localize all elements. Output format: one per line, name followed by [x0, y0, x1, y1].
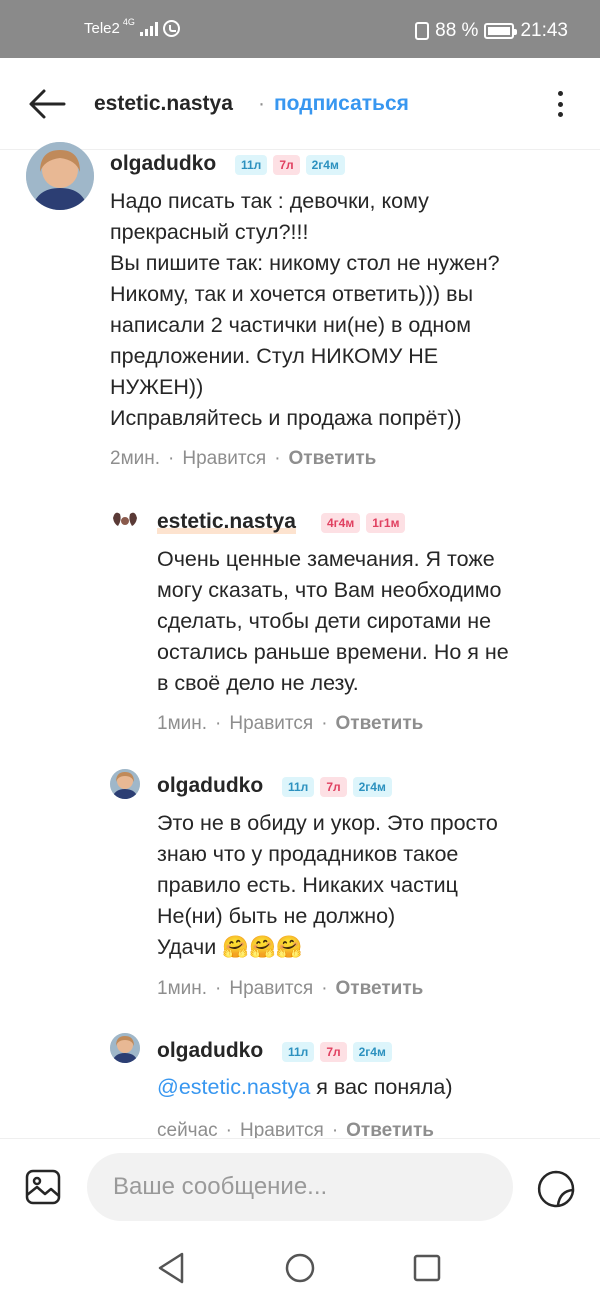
badge-group: 4г4м 1г1м	[321, 513, 406, 533]
header-separator: ·	[258, 92, 265, 115]
comment-line: Это не в обиду и укор. Это просто	[157, 811, 498, 835]
comment-line: остались раньше времени. Но я не	[157, 640, 509, 664]
comment-meta: 1мин. · Нравится · Ответить	[157, 713, 424, 734]
battery-icon	[484, 23, 518, 39]
comment-line: Вы пишите так: никому стол не нужен?	[110, 251, 500, 275]
message-composer	[0, 1138, 600, 1238]
image-icon[interactable]	[25, 1169, 61, 1205]
avatar[interactable]	[110, 506, 140, 536]
sticker-icon[interactable]	[536, 1169, 576, 1209]
comment-meta: 1мин. · Нравится · Ответить	[157, 978, 424, 999]
status-bar: Tele2 4G 88 % 21:43	[0, 0, 600, 58]
comment-username[interactable]: olgadudko	[157, 774, 263, 798]
reply-button[interactable]: Ответить	[289, 448, 377, 469]
comment-line: Надо писать так : девочки, кому	[110, 189, 429, 213]
badge: 2г4м	[352, 1042, 392, 1062]
comment-line: Очень ценные замечания. Я тоже	[157, 547, 495, 571]
badge: 11л	[282, 777, 315, 797]
comment-line: Удачи 🤗🤗🤗	[157, 935, 303, 959]
comment-time: 1мин.	[157, 713, 208, 734]
comment-line: Никому, так и хочется ответить))) вы	[110, 282, 474, 306]
comment-text: Это не в обиду и укор. Это просто знаю ч…	[157, 808, 498, 963]
badge: 4г4м	[321, 513, 361, 533]
comment-line: Исправляйтесь и продажа попрёт))	[110, 406, 462, 430]
badge: 1г1м	[366, 513, 406, 533]
reply-button[interactable]: Ответить	[336, 713, 424, 734]
comment-text: Очень ценные замечания. Я тоже могу сказ…	[157, 544, 509, 699]
comment-meta: 2мин. · Нравится · Ответить	[110, 448, 377, 469]
badge: 11л	[235, 155, 268, 175]
comment-line: сделать, чтобы дети сиротами не	[157, 609, 492, 633]
badge-group: 11л 7л 2г4м	[282, 777, 392, 797]
network-type: 4G	[122, 16, 135, 27]
comment-line: Не(ни) быть не должно)	[157, 904, 396, 928]
battery-percent: 88 %	[435, 20, 479, 41]
comment-time: 2мин.	[110, 448, 161, 469]
avatar[interactable]	[110, 769, 140, 799]
avatar[interactable]	[26, 142, 94, 210]
badge-group: 11л 7л 2г4м	[235, 155, 345, 175]
comment-username[interactable]: olgadudko	[157, 1039, 263, 1063]
comment-line: написали 2 частички ни(не) в одном	[110, 313, 472, 337]
clock: 21:43	[520, 20, 568, 41]
comment-text: Надо писать так : девочки, кому прекрасн…	[110, 186, 500, 434]
badge: 2г4м	[352, 777, 392, 797]
badge: 11л	[282, 1042, 315, 1062]
comment-time: 1мин.	[157, 978, 208, 999]
carrier-label: Tele2	[84, 20, 120, 37]
badge: 7л	[320, 1042, 347, 1062]
message-input[interactable]	[87, 1153, 513, 1221]
system-nav-bar	[0, 1238, 600, 1298]
arrow-left-icon[interactable]	[28, 88, 66, 120]
status-left: Tele2 4G	[84, 16, 180, 37]
comment-line: прекрасный стул?!!!	[110, 220, 309, 244]
like-button[interactable]: Нравится	[229, 713, 313, 734]
badge: 2г4м	[305, 155, 345, 175]
like-button[interactable]: Нравится	[229, 978, 313, 999]
comment-username[interactable]: olgadudko	[110, 152, 216, 176]
comment-line: я вас поняла)	[310, 1075, 453, 1099]
badge-group: 11л 7л 2г4м	[282, 1042, 392, 1062]
signal-icon	[139, 21, 158, 36]
comments-header: estetic.nastya · подписаться	[0, 58, 600, 150]
comment-line: могу сказать, что Вам необходимо	[157, 578, 502, 602]
comment-line: НУЖЕН))	[110, 375, 204, 399]
circle-home-icon[interactable]	[280, 1248, 320, 1288]
comment-line: в своё дело не лезу.	[157, 671, 359, 695]
whatsapp-icon	[162, 20, 180, 37]
comment-line: правило есть. Никаких частиц	[157, 873, 458, 897]
like-button[interactable]: Нравится	[182, 448, 266, 469]
subscribe-button[interactable]: подписаться	[274, 92, 409, 116]
reply-button[interactable]: Ответить	[336, 978, 424, 999]
square-recent-icon[interactable]	[407, 1248, 447, 1288]
comment-text: @estetic.nastya я вас поняла)	[157, 1072, 453, 1103]
triangle-back-icon[interactable]	[152, 1248, 192, 1288]
comment-line: предложении. Стул НИКОМУ НЕ	[110, 344, 439, 368]
comment-username[interactable]: estetic.nastya	[157, 510, 296, 534]
badge: 7л	[273, 155, 300, 175]
avatar[interactable]	[110, 1033, 140, 1063]
more-vertical-icon[interactable]	[553, 88, 567, 120]
status-right: 88 % 21:43	[415, 20, 568, 42]
badge: 7л	[320, 777, 347, 797]
comment-line: знаю что у продадников такое	[157, 842, 459, 866]
post-author-username[interactable]: estetic.nastya	[94, 92, 233, 116]
mention-link[interactable]: @estetic.nastya	[157, 1075, 310, 1099]
vibrate-icon	[415, 22, 430, 40]
